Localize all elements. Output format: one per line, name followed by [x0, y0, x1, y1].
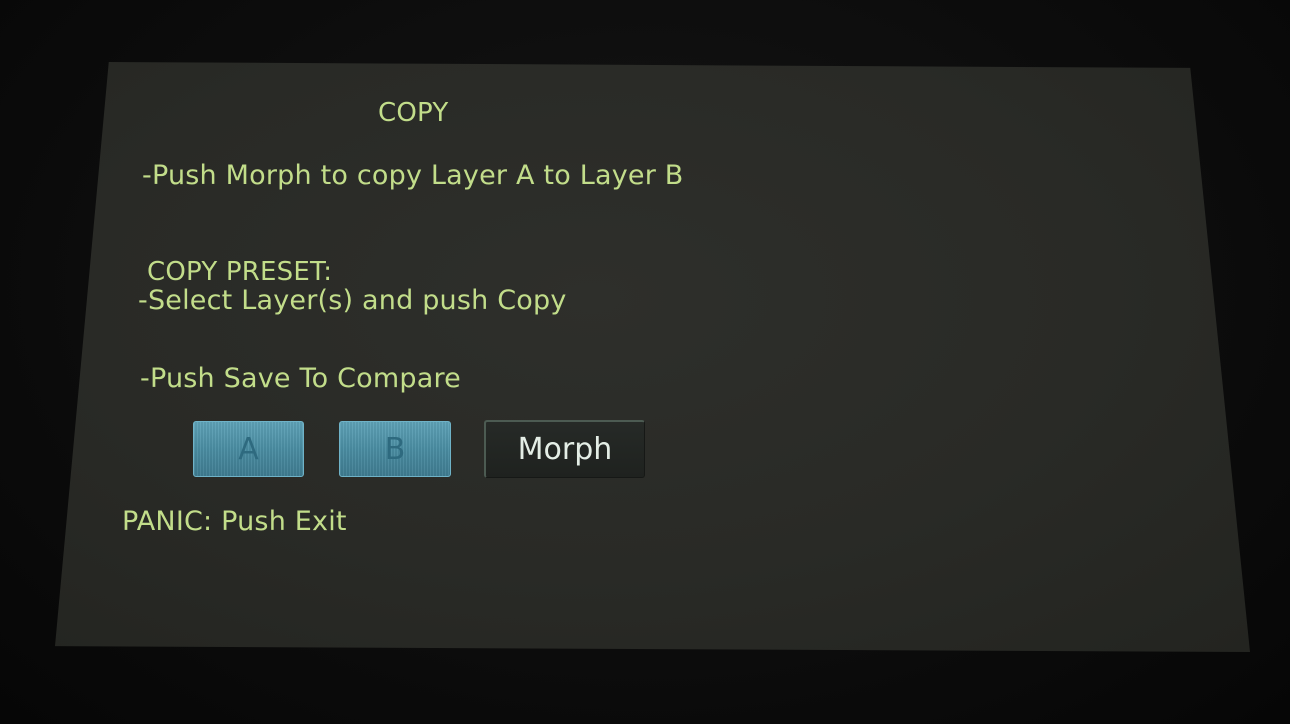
device-bezel: COPY -Push Morph to copy Layer A to Laye…	[0, 0, 1290, 724]
layer-b-button[interactable]: B	[339, 421, 451, 477]
page-title: COPY	[378, 98, 449, 128]
morph-button[interactable]: Morph	[484, 420, 645, 478]
copy-preset-label: COPY PRESET:	[147, 257, 333, 287]
panic-text: PANIC: Push Exit	[122, 506, 347, 537]
compare-instruction: -Push Save To Compare	[140, 363, 461, 394]
copy-preset-instruction: -Select Layer(s) and push Copy	[138, 285, 567, 316]
layer-a-button[interactable]: A	[193, 421, 304, 477]
morph-instruction: -Push Morph to copy Layer A to Layer B	[142, 160, 684, 191]
display-screen	[55, 62, 1250, 652]
